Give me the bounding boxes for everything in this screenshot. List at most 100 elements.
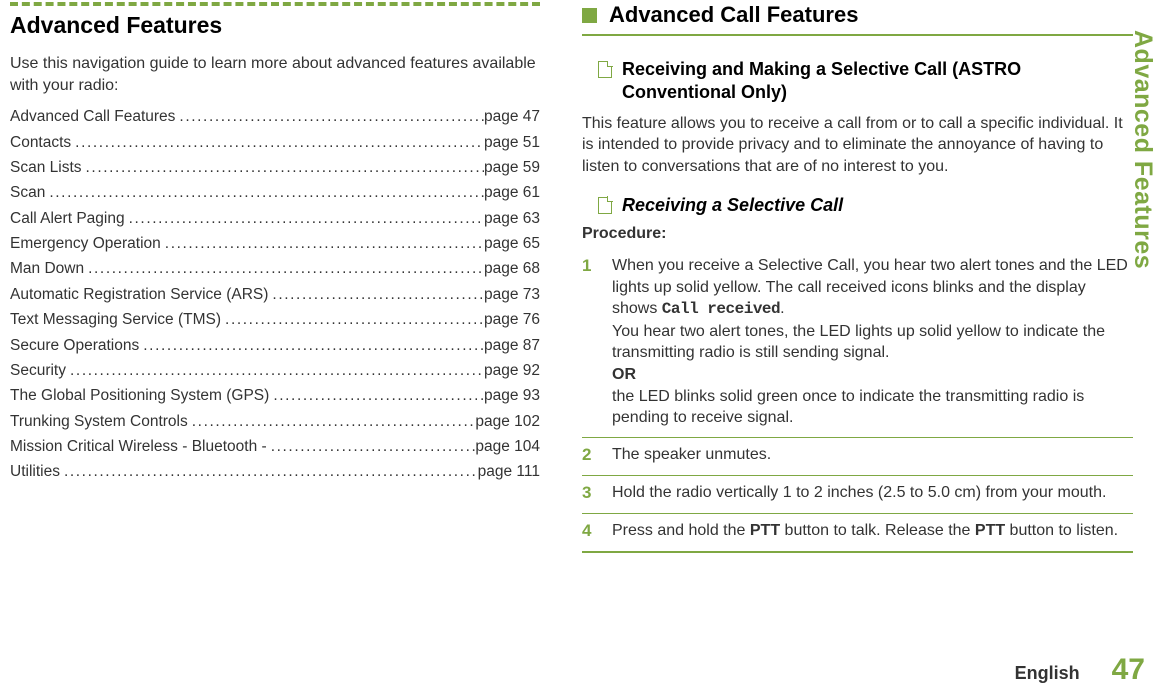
toc-dots [188, 411, 476, 432]
toc-item: Text Messaging Service (TMS) page 76 [10, 309, 540, 330]
step-text: button to listen. [1005, 522, 1118, 539]
procedure-label: Procedure: [582, 225, 1133, 243]
step-text: . [780, 300, 784, 317]
toc-label: Emergency Operation [10, 233, 161, 254]
procedure-step: 3 Hold the radio vertically 1 to 2 inche… [582, 476, 1133, 514]
section-heading-row: Advanced Call Features [582, 2, 1133, 28]
toc-label: Secure Operations [10, 335, 139, 356]
subheading-title: Receiving a Selective Call [622, 194, 843, 217]
toc-page: page 59 [484, 157, 540, 178]
toc-label: The Global Positioning System (GPS) [10, 385, 269, 406]
language-label: English [1015, 663, 1080, 684]
toc-item: Scan page 61 [10, 182, 540, 203]
toc-page: page 47 [484, 106, 540, 127]
toc-page: page 65 [484, 233, 540, 254]
toc-label: Man Down [10, 258, 84, 279]
toc-item: Call Alert Paging page 63 [10, 208, 540, 229]
feature-description: This feature allows you to receive a cal… [582, 113, 1133, 178]
toc-dots [221, 309, 484, 330]
page-number: 47 [1112, 653, 1145, 687]
step-text: Press and hold the [612, 522, 750, 539]
toc-dots [60, 461, 478, 482]
section-divider [582, 34, 1133, 36]
toc-dots [125, 208, 484, 229]
display-code: Call received [662, 300, 780, 318]
step-text: You hear two alert tones, the LED lights… [612, 323, 1105, 362]
ptt-label: PTT [975, 522, 1005, 539]
toc-label: Scan Lists [10, 157, 82, 178]
step-text: the LED blinks solid green once to indic… [612, 388, 1084, 427]
toc-label: Text Messaging Service (TMS) [10, 309, 221, 330]
toc-item: Man Down page 68 [10, 258, 540, 279]
ptt-label: PTT [750, 522, 780, 539]
toc-dots [267, 436, 476, 457]
subheading-row: Receiving and Making a Selective Call (A… [598, 58, 1133, 105]
toc-dots [82, 157, 484, 178]
toc-dots [161, 233, 484, 254]
subheading-row: Receiving a Selective Call [598, 194, 1133, 217]
step-body: When you receive a Selective Call, you h… [612, 255, 1133, 429]
toc-item: Utilities page 111 [10, 461, 540, 482]
toc-item: Emergency Operation page 65 [10, 233, 540, 254]
toc-dots [175, 106, 484, 127]
step-number: 1 [582, 255, 598, 429]
toc-dots [139, 335, 484, 356]
section-heading: Advanced Call Features [609, 2, 858, 28]
or-text: OR [612, 366, 636, 383]
toc-page: page 68 [484, 258, 540, 279]
toc-page: page 73 [484, 284, 540, 305]
toc-label: Call Alert Paging [10, 208, 125, 229]
toc-dots [66, 360, 484, 381]
toc-item: Mission Critical Wireless - Bluetooth - p… [10, 436, 540, 457]
toc-item: The Global Positioning System (GPS) page … [10, 385, 540, 406]
toc-page: page 92 [484, 360, 540, 381]
toc-page: page 93 [484, 385, 540, 406]
toc-item: Secure Operations page 87 [10, 335, 540, 356]
toc-list: Advanced Call Featurespage 47 Contacts pa… [10, 106, 540, 483]
procedure-step: 1 When you receive a Selective Call, you… [582, 249, 1133, 438]
document-icon [598, 61, 612, 78]
step-number: 3 [582, 482, 598, 505]
toc-page: page 76 [484, 309, 540, 330]
toc-dots [84, 258, 484, 279]
toc-page: page 87 [484, 335, 540, 356]
procedure-step: 4 Press and hold the PTT button to talk.… [582, 514, 1133, 553]
subheading-title: Receiving and Making a Selective Call (A… [622, 58, 1133, 105]
toc-label: Automatic Registration Service (ARS) [10, 284, 268, 305]
toc-item: Contacts page 51 [10, 132, 540, 153]
toc-dots [71, 132, 484, 153]
step-body: Hold the radio vertically 1 to 2 inches … [612, 482, 1133, 505]
toc-page: page 102 [475, 411, 540, 432]
toc-label: Trunking System Controls [10, 411, 188, 432]
toc-page: page 104 [475, 436, 540, 457]
toc-page: page 51 [484, 132, 540, 153]
square-bullet-icon [582, 8, 597, 23]
toc-dots [268, 284, 484, 305]
toc-label: Mission Critical Wireless - Bluetooth - [10, 436, 267, 457]
page-footer: English 47 [1015, 653, 1145, 687]
toc-page: page 63 [484, 208, 540, 229]
dashed-top-border [10, 2, 540, 6]
toc-item: Securitypage 92 [10, 360, 540, 381]
toc-item: Trunking System Controls page 102 [10, 411, 540, 432]
toc-item: Automatic Registration Service (ARS) page… [10, 284, 540, 305]
step-number: 2 [582, 444, 598, 467]
step-number: 4 [582, 520, 598, 543]
step-text: button to talk. Release the [780, 522, 975, 539]
toc-label: Utilities [10, 461, 60, 482]
toc-dots [269, 385, 484, 406]
toc-label: Scan [10, 182, 45, 203]
side-tab-label: Advanced Features [1128, 30, 1157, 269]
intro-text: Use this navigation guide to learn more … [10, 53, 540, 96]
toc-item: Advanced Call Featurespage 47 [10, 106, 540, 127]
procedure-step: 2 The speaker unmutes. [582, 438, 1133, 476]
document-icon [598, 197, 612, 214]
toc-item: Scan Lists page 59 [10, 157, 540, 178]
toc-page: page 111 [478, 461, 540, 482]
toc-dots [45, 182, 484, 203]
toc-label: Contacts [10, 132, 71, 153]
step-body: Press and hold the PTT button to talk. R… [612, 520, 1133, 543]
toc-page: page 61 [484, 182, 540, 203]
main-heading: Advanced Features [10, 12, 540, 39]
step-body: The speaker unmutes. [612, 444, 1133, 467]
